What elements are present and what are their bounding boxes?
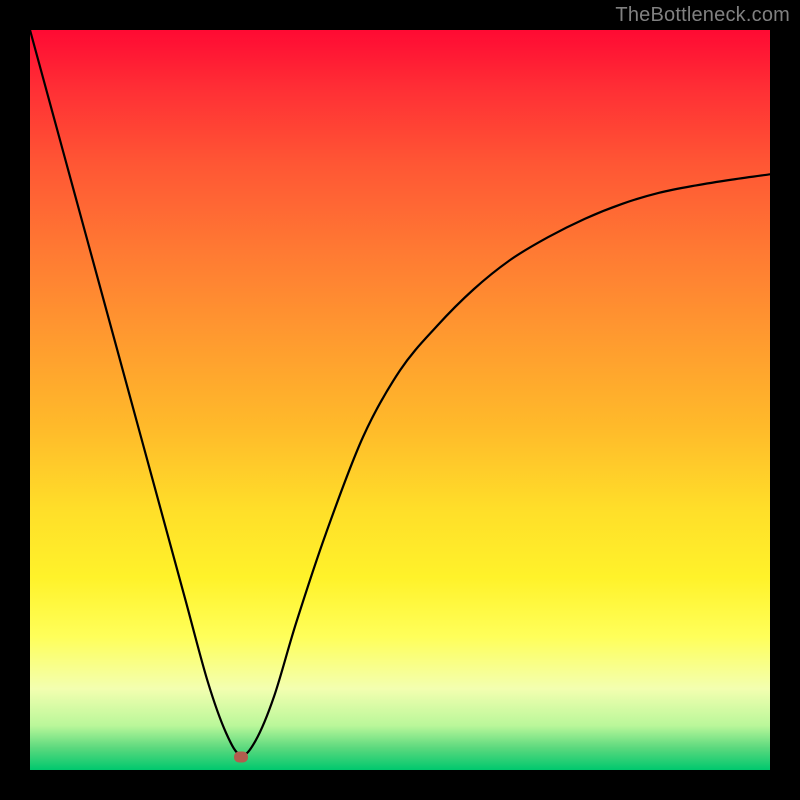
watermark-text: TheBottleneck.com (615, 4, 790, 27)
curve-svg (30, 30, 770, 770)
chart-stage: TheBottleneck.com (0, 0, 800, 800)
plot-area (30, 30, 770, 770)
bottleneck-curve-path (30, 30, 770, 755)
minimum-marker (234, 752, 248, 763)
